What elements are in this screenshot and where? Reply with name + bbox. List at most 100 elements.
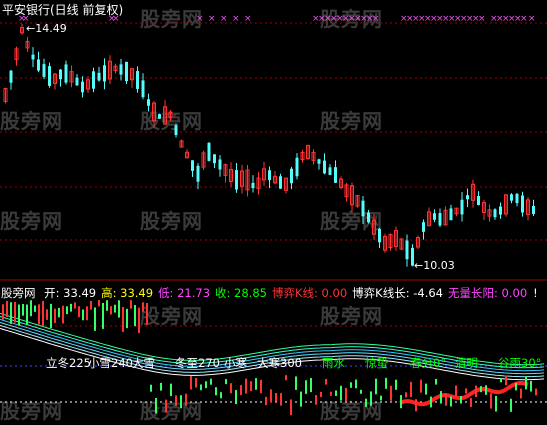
indicator-bar xyxy=(420,379,422,393)
candle-body xyxy=(499,206,502,215)
candle-body xyxy=(422,222,425,232)
indicator-info-bar: 股旁网 开: 33.49 高: 33.49 低: 21.73 收: 28.85 博弈K线… xyxy=(1,285,538,301)
signal-marker: × xyxy=(220,14,228,24)
candle-body xyxy=(125,61,128,82)
info-item: 博弈K线: 0.00 xyxy=(272,286,347,300)
candle-body xyxy=(103,65,106,82)
indicator-bar xyxy=(500,378,502,383)
candle-body xyxy=(97,72,101,81)
indicator-band xyxy=(399,380,529,407)
info-item: 收: 28.85 xyxy=(215,286,267,300)
high-price-value: 14.49 xyxy=(35,22,67,35)
candle-body xyxy=(290,168,293,184)
candle-body xyxy=(268,170,271,181)
indicator-bar xyxy=(435,378,437,385)
indicator-bar xyxy=(150,384,152,392)
solar-term-label: 惊蛰 xyxy=(365,356,388,370)
candle-body xyxy=(378,228,381,243)
candle-body xyxy=(405,240,409,260)
indicator-bar xyxy=(26,304,28,326)
solar-term-label: 大雪 xyxy=(132,356,155,370)
indicator-bar xyxy=(440,391,442,404)
solar-term-label: 清明 xyxy=(455,356,478,370)
solar-term-label: 雨水 xyxy=(322,356,345,370)
indicator-bar xyxy=(2,304,4,320)
indicator-bar xyxy=(195,377,197,388)
candle-body xyxy=(37,59,40,71)
indicator-bar xyxy=(130,300,132,309)
signal-marker: × xyxy=(244,14,252,24)
info-tail: ! xyxy=(533,286,538,300)
indicator-bar xyxy=(475,385,477,398)
indicator-bar xyxy=(530,381,532,392)
high-price-label: ←14.49 xyxy=(26,22,67,35)
signal-marker: × xyxy=(528,14,536,24)
candle-body xyxy=(136,71,139,89)
info-item-value: -4.64 xyxy=(409,286,443,300)
indicator-bar xyxy=(295,376,297,390)
indicator-bar xyxy=(118,300,120,318)
indicator-bar xyxy=(42,300,44,327)
indicator-bar xyxy=(375,378,377,395)
indicator-bar xyxy=(185,393,187,406)
indicator-bar xyxy=(445,393,447,406)
indicator-bar xyxy=(205,381,207,389)
stock-chart-window: 股旁网 股旁网 股旁网 股旁网 股旁网 股旁网 股旁网 股旁网 股旁网 股旁网 … xyxy=(0,0,547,425)
indicator-bar xyxy=(102,302,104,329)
indicator-bar xyxy=(30,300,32,317)
candle-body xyxy=(174,125,178,136)
info-item-value: 0.00 xyxy=(497,286,528,300)
indicator-bar xyxy=(510,398,512,412)
indicator-bar xyxy=(34,305,36,312)
candle-body xyxy=(449,208,453,221)
candle-body xyxy=(323,160,326,174)
indicator-bar xyxy=(460,395,462,404)
solar-term-label: 小寒 xyxy=(224,356,247,370)
candle-body xyxy=(295,157,299,177)
indicator-bar xyxy=(70,303,72,312)
candle-body xyxy=(477,196,480,205)
indicator-bar xyxy=(78,306,80,318)
info-item-value: 28.85 xyxy=(230,286,267,300)
candle-body xyxy=(42,64,46,77)
indicator-bar xyxy=(260,379,262,394)
solar-term-label: 大寒300 xyxy=(257,356,302,370)
candle-body xyxy=(367,212,370,223)
signal-marker: × xyxy=(372,14,380,24)
candle-body xyxy=(460,199,464,215)
indicator-bar xyxy=(90,300,92,310)
solar-term-label: 冬至270 xyxy=(175,356,220,370)
indicator-bar xyxy=(370,391,372,406)
indicator-bar xyxy=(255,378,257,390)
candle-body xyxy=(75,77,79,86)
indicator-bar xyxy=(320,391,322,398)
solar-term-label: 谷雨30° xyxy=(498,356,542,370)
indicator-bar xyxy=(330,391,332,396)
indicator-bar xyxy=(350,382,352,388)
candle-body xyxy=(213,154,216,164)
candle-body xyxy=(433,213,436,220)
solar-term-label: 立冬225 xyxy=(46,356,91,370)
info-item-label: 无量长阳: xyxy=(448,286,498,300)
info-item: 博弈K线长: -4.64 xyxy=(352,286,443,300)
signal-marker: × xyxy=(520,14,528,24)
low-price-value: 10.03 xyxy=(423,259,455,272)
candle-body xyxy=(141,80,145,98)
indicator-bar xyxy=(86,306,88,321)
indicator-bar xyxy=(74,302,76,309)
candle-body xyxy=(438,213,442,226)
indicator-bar xyxy=(6,301,8,317)
info-brand: 股旁网 xyxy=(1,286,36,300)
indicator-bar xyxy=(18,304,20,326)
indicator-bar xyxy=(126,308,128,329)
info-item-value: 21.73 xyxy=(173,286,211,300)
info-item-label: 收: xyxy=(215,286,231,300)
indicator-bar xyxy=(455,385,457,397)
indicator-bar xyxy=(415,399,417,412)
indicator-bar xyxy=(50,303,52,328)
candle-body xyxy=(92,71,95,89)
candle-body xyxy=(493,209,497,218)
chart-title: 平安银行(日线 前复权) xyxy=(2,3,124,17)
candle-body xyxy=(515,193,519,204)
indicator-bar xyxy=(535,388,537,396)
